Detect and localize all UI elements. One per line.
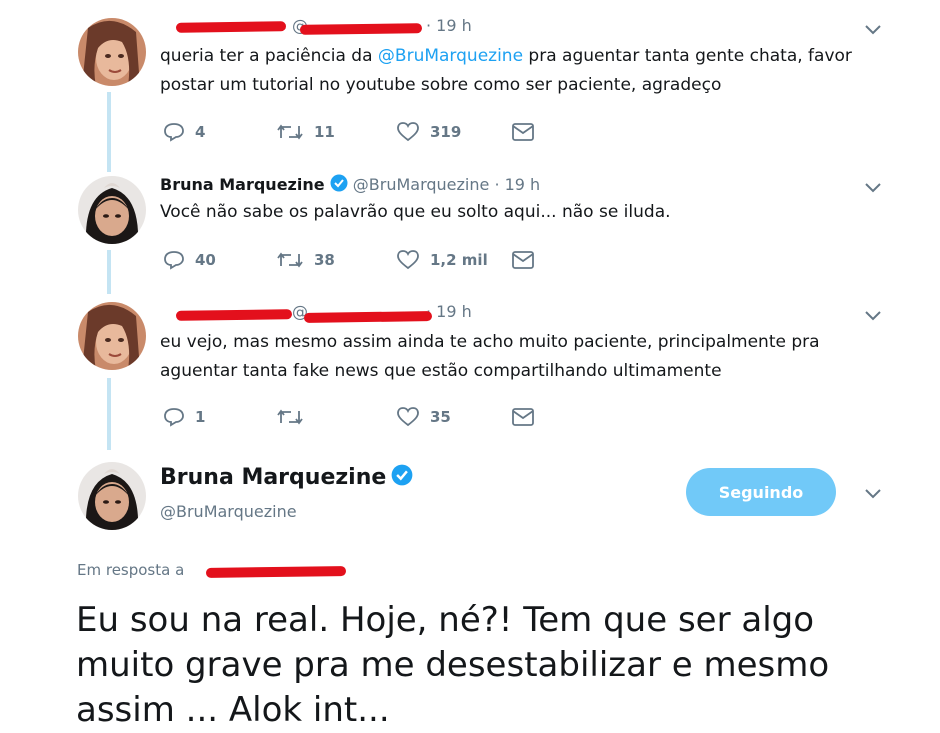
- retweet-button[interactable]: 38: [276, 250, 335, 270]
- avatar[interactable]: [78, 462, 146, 530]
- reply-icon: [164, 408, 184, 427]
- reply-button[interactable]: 1: [163, 407, 205, 427]
- like-icon: [397, 122, 419, 142]
- thread-line: [107, 92, 111, 172]
- thread-line: [107, 378, 111, 450]
- tweet-header: Bruna Marquezine @BruMarquezine · 19 h: [160, 174, 640, 194]
- verified-badge-icon: [392, 464, 413, 486]
- tweet-text: eu vejo, mas mesmo assim ainda te acho m…: [160, 332, 820, 381]
- chevron-down-icon[interactable]: [864, 24, 882, 36]
- chevron-down-icon[interactable]: [864, 310, 882, 322]
- mention-link[interactable]: @BruMarquezine: [378, 46, 523, 66]
- redaction-mark: [175, 21, 287, 33]
- following-button[interactable]: Seguindo: [686, 468, 836, 516]
- retweet-button[interactable]: 11: [276, 122, 335, 142]
- direct-message-icon[interactable]: [512, 123, 534, 141]
- author-handle[interactable]: @BruMarquezine: [160, 502, 297, 521]
- retweet-icon: [277, 124, 303, 140]
- retweet-icon: [277, 409, 303, 425]
- reply-button[interactable]: 40: [163, 250, 216, 270]
- retweet-button[interactable]: [276, 407, 314, 427]
- retweet-icon: [277, 252, 303, 268]
- redaction-mark: [303, 311, 433, 323]
- chevron-down-icon[interactable]: [864, 182, 882, 194]
- author-name[interactable]: Bruna Marquezine: [160, 175, 325, 194]
- tweet-text: Você não sabe os palavrão que eu solto a…: [160, 202, 671, 222]
- like-icon: [397, 407, 419, 427]
- direct-message-icon[interactable]: [512, 251, 534, 269]
- reply-button[interactable]: 4: [163, 122, 205, 142]
- thread-line: [107, 250, 111, 294]
- redaction-mark: [299, 23, 423, 35]
- avatar[interactable]: [78, 302, 146, 370]
- direct-message-icon[interactable]: [512, 408, 534, 426]
- tweet-time[interactable]: · 19 h: [426, 302, 472, 321]
- like-button[interactable]: 35: [396, 407, 451, 427]
- author-handle[interactable]: @BruMarquezine: [353, 175, 490, 194]
- redaction-mark: [175, 309, 293, 321]
- avatar[interactable]: [78, 176, 146, 244]
- redaction-mark: [205, 566, 347, 578]
- author-name[interactable]: Bruna Marquezine: [160, 465, 386, 490]
- main-tweet-text: Eu sou na real. Hoje, né?! Tem que ser a…: [76, 600, 830, 730]
- verified-badge-icon: [330, 174, 348, 192]
- like-icon: [397, 250, 419, 270]
- reply-to-label: Em resposta a: [77, 561, 185, 579]
- like-button[interactable]: 319: [396, 122, 461, 142]
- reply-icon: [164, 251, 184, 270]
- tweet-time[interactable]: · 19 h: [494, 175, 540, 194]
- chevron-down-icon[interactable]: [864, 488, 882, 500]
- like-button[interactable]: 1,2 mil: [396, 250, 488, 270]
- reply-icon: [164, 123, 184, 142]
- tweet-text: queria ter a paciência da @BruMarquezine…: [160, 46, 852, 95]
- avatar[interactable]: [78, 18, 146, 86]
- main-author: Bruna Marquezine: [160, 464, 413, 490]
- tweet-time[interactable]: · 19 h: [426, 16, 472, 35]
